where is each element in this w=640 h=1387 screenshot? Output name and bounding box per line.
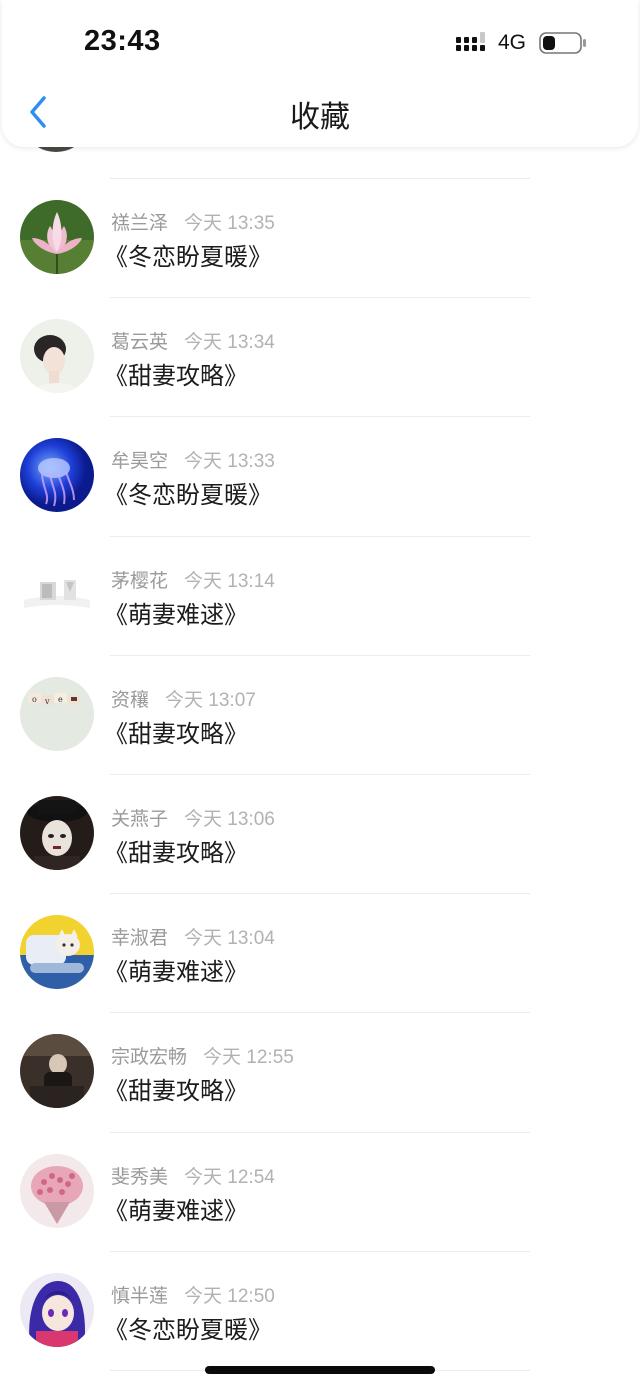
favorite-time: 今天 12:54 bbox=[184, 1166, 275, 1188]
user-name-line: 茅樱花 今天 13:14 bbox=[111, 566, 275, 593]
user-name[interactable]: 禚兰泽 bbox=[111, 212, 168, 234]
user-name[interactable]: 幸淑君 bbox=[111, 927, 168, 949]
favorite-time: 今天 13:14 bbox=[184, 570, 275, 592]
svg-text:e: e bbox=[58, 695, 63, 704]
user-name[interactable]: 斐秀美 bbox=[111, 1166, 168, 1188]
favorite-time: 今天 13:35 bbox=[184, 213, 275, 234]
user-avatar[interactable] bbox=[20, 1272, 94, 1347]
book-title[interactable]: 《冬恋盼夏暖》 bbox=[104, 475, 272, 510]
user-name-line: 禚兰泽 今天 13:35 bbox=[111, 208, 275, 235]
book-title[interactable]: 《萌妻难逑》 bbox=[104, 952, 248, 987]
battery-icon bbox=[539, 32, 586, 54]
book-title[interactable]: 《甜妻攻略》 bbox=[104, 356, 248, 391]
favorite-item[interactable]: 茅樱花 今天 13:14 《萌妻难逑》 bbox=[0, 536, 640, 655]
favorite-time: 今天 12:50 bbox=[184, 1285, 275, 1307]
user-avatar[interactable] bbox=[20, 1034, 94, 1109]
user-name[interactable]: 资穰 bbox=[111, 689, 149, 711]
user-avatar[interactable]: ove bbox=[20, 676, 94, 751]
favorite-time: 今天 13:34 bbox=[184, 332, 275, 354]
book-title[interactable]: 《甜妻攻略》 bbox=[104, 833, 248, 868]
book-title[interactable]: 《甜妻攻略》 bbox=[104, 714, 248, 749]
book-title[interactable]: 《冬恋盼夏暖》 bbox=[104, 237, 272, 272]
svg-text:v: v bbox=[44, 697, 50, 706]
signal-strength-icon bbox=[456, 32, 485, 51]
navigation-header: 23:43 4G 收藏 bbox=[2, 0, 638, 147]
user-name[interactable]: 宗政宏畅 bbox=[111, 1046, 187, 1068]
user-name-line: 斐秀美 今天 12:54 bbox=[111, 1162, 275, 1189]
user-name[interactable]: 关燕子 bbox=[111, 808, 168, 830]
favorite-item[interactable]: 禚兰泽 今天 13:35 《冬恋盼夏暖》 bbox=[0, 178, 640, 297]
favorite-item[interactable]: 关燕子 今天 13:06 《甜妻攻略》 bbox=[0, 774, 640, 893]
user-name-line: 幸淑君 今天 13:04 bbox=[111, 923, 275, 950]
user-name[interactable]: 慎半莲 bbox=[111, 1285, 168, 1307]
favorite-item[interactable]: 斐秀美 今天 12:54 《萌妻难逑》 bbox=[0, 1132, 640, 1251]
favorite-time: 今天 13:04 bbox=[184, 928, 275, 950]
user-name-line: 宗政宏畅 今天 12:55 bbox=[111, 1042, 294, 1069]
user-name-line: 慎半莲 今天 12:50 bbox=[111, 1281, 275, 1308]
favorite-item[interactable]: 葛云英 今天 13:34 《甜妻攻略》 bbox=[0, 297, 640, 416]
favorite-item[interactable]: 宗政宏畅 今天 12:55 《甜妻攻略》 bbox=[0, 1012, 640, 1131]
favorite-time: 今天 12:55 bbox=[203, 1047, 294, 1069]
user-name-line: 关燕子 今天 13:06 bbox=[111, 804, 275, 831]
favorite-time: 今天 13:06 bbox=[184, 809, 275, 830]
favorite-item[interactable]: 牟昊空 今天 13:33 《冬恋盼夏暖》 bbox=[0, 416, 640, 535]
favorite-time: 今天 13:07 bbox=[165, 689, 256, 711]
page-title: 收藏 bbox=[290, 100, 350, 135]
book-title[interactable]: 《冬恋盼夏暖》 bbox=[104, 1310, 272, 1345]
favorite-item[interactable]: 慎半莲 今天 12:50 《冬恋盼夏暖》 bbox=[0, 1251, 640, 1370]
user-name[interactable]: 葛云英 bbox=[111, 331, 168, 353]
favorites-screen: 23:43 4G 收藏 禚兰泽 今天 13:35 《冬恋盼夏暖》 葛云英 今天 13:3… bbox=[0, 0, 640, 1387]
favorite-item[interactable]: 幸淑君 今天 13:04 《萌妻难逑》 bbox=[0, 893, 640, 1012]
book-title[interactable]: 《萌妻难逑》 bbox=[104, 595, 248, 630]
user-name-line: 葛云英 今天 13:34 bbox=[111, 327, 275, 354]
book-title[interactable]: 《萌妻难逑》 bbox=[104, 1191, 248, 1226]
user-avatar[interactable] bbox=[20, 1153, 94, 1228]
user-name-line: 资穰 今天 13:07 bbox=[111, 685, 256, 712]
status-time: 23:43 bbox=[84, 25, 161, 57]
home-indicator bbox=[205, 1366, 435, 1374]
user-name[interactable]: 茅樱花 bbox=[111, 570, 168, 592]
user-avatar[interactable] bbox=[20, 796, 94, 870]
user-avatar[interactable] bbox=[20, 438, 94, 513]
favorite-item[interactable]: o v e 资穰 今天 13:07 《甜妻攻略》 bbox=[0, 655, 640, 774]
svg-text:o: o bbox=[32, 695, 37, 704]
book-title[interactable]: 《甜妻攻略》 bbox=[104, 1071, 248, 1106]
user-avatar[interactable] bbox=[20, 915, 94, 990]
user-avatar[interactable] bbox=[20, 200, 94, 274]
favorite-time: 今天 13:33 bbox=[184, 451, 275, 473]
user-name[interactable]: 牟昊空 bbox=[111, 450, 168, 472]
user-avatar[interactable] bbox=[20, 319, 94, 394]
user-name-line: 牟昊空 今天 13:33 bbox=[111, 446, 275, 473]
network-type-label: 4G bbox=[498, 31, 527, 54]
user-avatar[interactable] bbox=[20, 557, 94, 632]
